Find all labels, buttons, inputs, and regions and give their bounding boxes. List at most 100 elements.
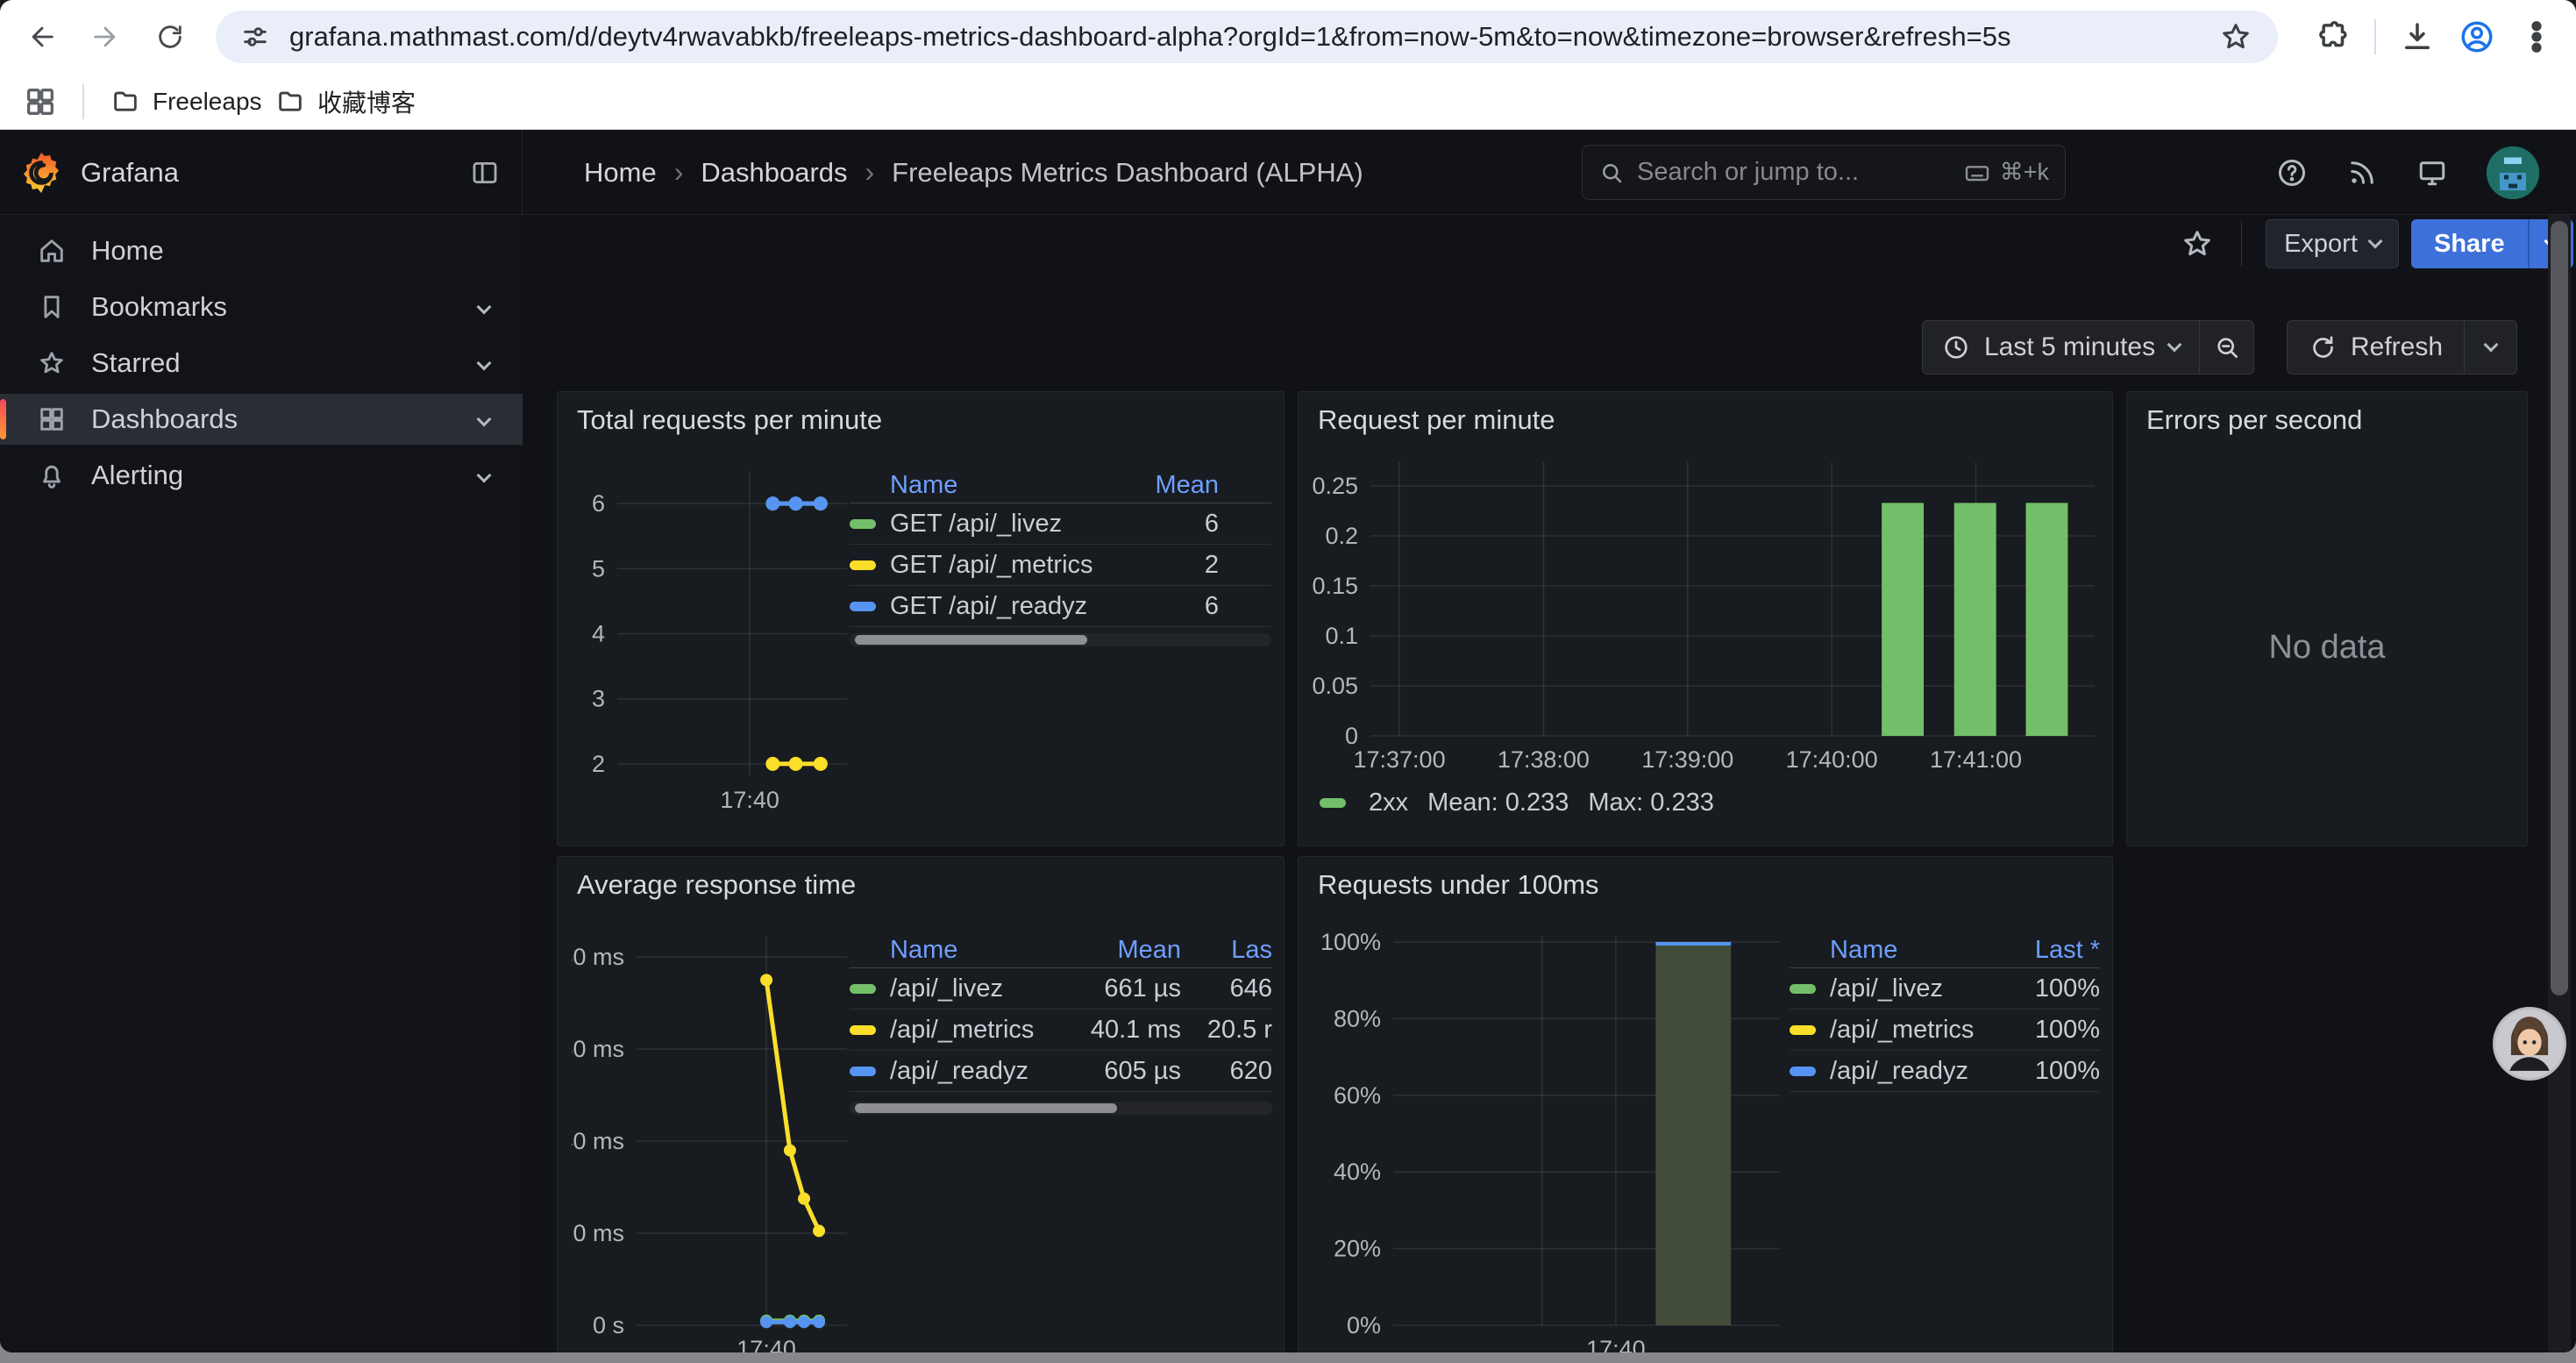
apps-grid-icon[interactable]	[23, 84, 58, 119]
legend-row[interactable]: /api/_readyz 605 µs 620	[850, 1051, 1272, 1092]
bar-chart[interactable]: 0.250.20.150.10.05017:37:0017:38:0017:39…	[1307, 455, 2103, 776]
panel-title[interactable]: Total requests per minute	[577, 404, 882, 436]
breadcrumb-home[interactable]: Home	[584, 157, 657, 189]
legend-row[interactable]: /api/_metrics 40.1 ms 20.5 r	[850, 1010, 1272, 1051]
legend-scrollbar[interactable]	[850, 633, 1271, 646]
sidebar-item-home[interactable]: Home	[0, 225, 523, 276]
chevron-down-icon[interactable]	[477, 356, 492, 371]
chevron-down-icon[interactable]	[477, 412, 492, 427]
sidebar-toggle-icon[interactable]	[470, 158, 500, 188]
user-avatar[interactable]	[2487, 146, 2539, 199]
breadcrumb-dashboards[interactable]: Dashboards	[701, 157, 847, 189]
refresh-button[interactable]: Refresh	[2288, 321, 2464, 374]
chart-legend[interactable]: 2xx Mean: 0.233 Max: 0.233	[1320, 789, 1714, 817]
column-header-last[interactable]: Last *	[2003, 936, 2100, 965]
monitor-icon[interactable]	[2416, 157, 2448, 189]
panel-title[interactable]: Request per minute	[1318, 404, 1555, 436]
panel-total-requests-per-minute: Total requests per minute 6543217:40 Nam…	[557, 391, 1284, 846]
svg-text:17:39:00: 17:39:00	[1641, 746, 1733, 773]
browser-window: grafana.mathmast.com/d/deytv4rwavabkb/fr…	[0, 0, 2576, 1352]
svg-text:40%: 40%	[1334, 1159, 1381, 1185]
sidebar-item-dashboards[interactable]: Dashboards	[0, 394, 523, 445]
site-settings-icon[interactable]	[240, 22, 270, 52]
browser-toolbar: grafana.mathmast.com/d/deytv4rwavabkb/fr…	[0, 0, 2576, 74]
menu-kebab-icon[interactable]	[2518, 18, 2555, 55]
column-header-name[interactable]: Name	[1790, 936, 2003, 965]
legend-row[interactable]: GET /api/_livez 6	[850, 503, 1271, 545]
bar-chart[interactable]: 100%80%60%40%20%0%17:40	[1313, 929, 1791, 1352]
panel-title[interactable]: Errors per second	[2146, 404, 2362, 436]
column-header-mean[interactable]: Mean	[1114, 471, 1219, 500]
sidebar-item-starred[interactable]: Starred	[0, 338, 523, 389]
legend-row[interactable]: GET /api/_readyz 6	[850, 586, 1271, 627]
svg-text:5: 5	[592, 555, 605, 582]
zoom-out-time-button[interactable]	[2199, 321, 2253, 374]
svg-text:0.2: 0.2	[1325, 523, 1358, 549]
search-box[interactable]: ⌘+k	[1582, 145, 2066, 200]
help-icon[interactable]	[2276, 157, 2308, 189]
column-header-last[interactable]: Las	[1181, 936, 1272, 965]
refresh-group: Refresh	[2287, 320, 2517, 375]
legend-row[interactable]: /api/_metrics 100%	[1790, 1010, 2100, 1051]
column-header-name[interactable]: Name	[850, 471, 1114, 500]
svg-text:17:40: 17:40	[737, 1336, 796, 1352]
toolbar-divider	[2241, 221, 2242, 267]
legend-series-name: 2xx	[1369, 789, 1408, 817]
url-text[interactable]: grafana.mathmast.com/d/deytv4rwavabkb/fr…	[289, 21, 2218, 53]
sidebar-item-bookmarks[interactable]: Bookmarks	[0, 282, 523, 332]
chevron-down-icon[interactable]	[477, 300, 492, 315]
folder-icon	[110, 87, 140, 117]
column-header-name[interactable]: Name	[850, 936, 1067, 965]
legend-row[interactable]: GET /api/_metrics 2	[850, 545, 1271, 586]
reload-button[interactable]	[149, 16, 191, 58]
address-bar[interactable]: grafana.mathmast.com/d/deytv4rwavabkb/fr…	[216, 11, 2278, 63]
forward-button[interactable]	[84, 16, 126, 58]
legend-row[interactable]: /api/_livez 100%	[1790, 968, 2100, 1010]
refresh-interval-dropdown[interactable]	[2464, 321, 2516, 374]
legend-row[interactable]: /api/_livez 661 µs 646	[850, 968, 1272, 1010]
timeseries-chart[interactable]: 6543217:40	[572, 464, 854, 817]
favorite-dashboard-star-icon[interactable]	[2180, 226, 2215, 261]
clock-icon	[1942, 333, 1970, 361]
timeseries-chart[interactable]: 80 ms60 ms40 ms20 ms0 s17:40	[572, 929, 854, 1352]
share-button[interactable]: Share	[2411, 219, 2528, 268]
toolbar-divider	[2374, 19, 2376, 54]
bookmark-folder-blogs[interactable]: 收藏博客	[260, 79, 431, 125]
svg-text:60%: 60%	[1334, 1082, 1381, 1109]
bookmark-folder-freeleaps[interactable]: Freeleaps	[95, 79, 278, 125]
extensions-icon[interactable]	[2315, 18, 2352, 55]
star-icon	[37, 348, 67, 378]
chevron-down-icon	[2167, 338, 2182, 353]
sidebar-item-alerting[interactable]: Alerting	[0, 450, 523, 501]
series-color-swatch	[850, 602, 876, 611]
svg-text:0%: 0%	[1347, 1312, 1381, 1338]
grafana-logo[interactable]	[21, 151, 61, 195]
legend-table: Name Mean Las /api/_livez 661 µs 646 /ap…	[850, 932, 1272, 1092]
news-rss-icon[interactable]	[2346, 157, 2378, 189]
legend-table: Name Last * /api/_livez 100% /api/_metri…	[1790, 932, 2100, 1092]
panel-title[interactable]: Average response time	[577, 869, 856, 901]
back-button[interactable]	[21, 16, 63, 58]
bookmark-star-icon[interactable]	[2218, 19, 2253, 54]
profile-avatar-icon[interactable]	[2459, 18, 2495, 55]
scrollbar-thumb[interactable]	[855, 1103, 1117, 1113]
series-color-swatch	[850, 1067, 876, 1076]
column-header-mean[interactable]: Mean	[1067, 936, 1181, 965]
bookmarks-divider	[82, 84, 84, 119]
export-button[interactable]: Export	[2266, 219, 2399, 268]
scrollbar-thumb[interactable]	[855, 635, 1087, 645]
series-color-swatch	[1320, 798, 1346, 808]
chevron-down-icon[interactable]	[477, 468, 492, 483]
page-scrollbar-thumb[interactable]	[2551, 221, 2568, 995]
sidebar-nav: Home Bookmarks Starred Dashboards Alerti…	[0, 215, 523, 1352]
breadcrumb-separator	[674, 156, 684, 189]
panel-title[interactable]: Requests under 100ms	[1318, 869, 1599, 901]
download-icon[interactable]	[2399, 18, 2436, 55]
legend-row[interactable]: /api/_readyz 100%	[1790, 1051, 2100, 1092]
legend-scrollbar[interactable]	[850, 1102, 1272, 1115]
svg-text:20%: 20%	[1334, 1236, 1381, 1262]
svg-text:0: 0	[1345, 723, 1358, 749]
search-input[interactable]	[1637, 158, 1963, 187]
time-range-picker[interactable]: Last 5 minutes	[1923, 321, 2199, 374]
floating-assistant-avatar[interactable]	[2493, 1007, 2566, 1081]
